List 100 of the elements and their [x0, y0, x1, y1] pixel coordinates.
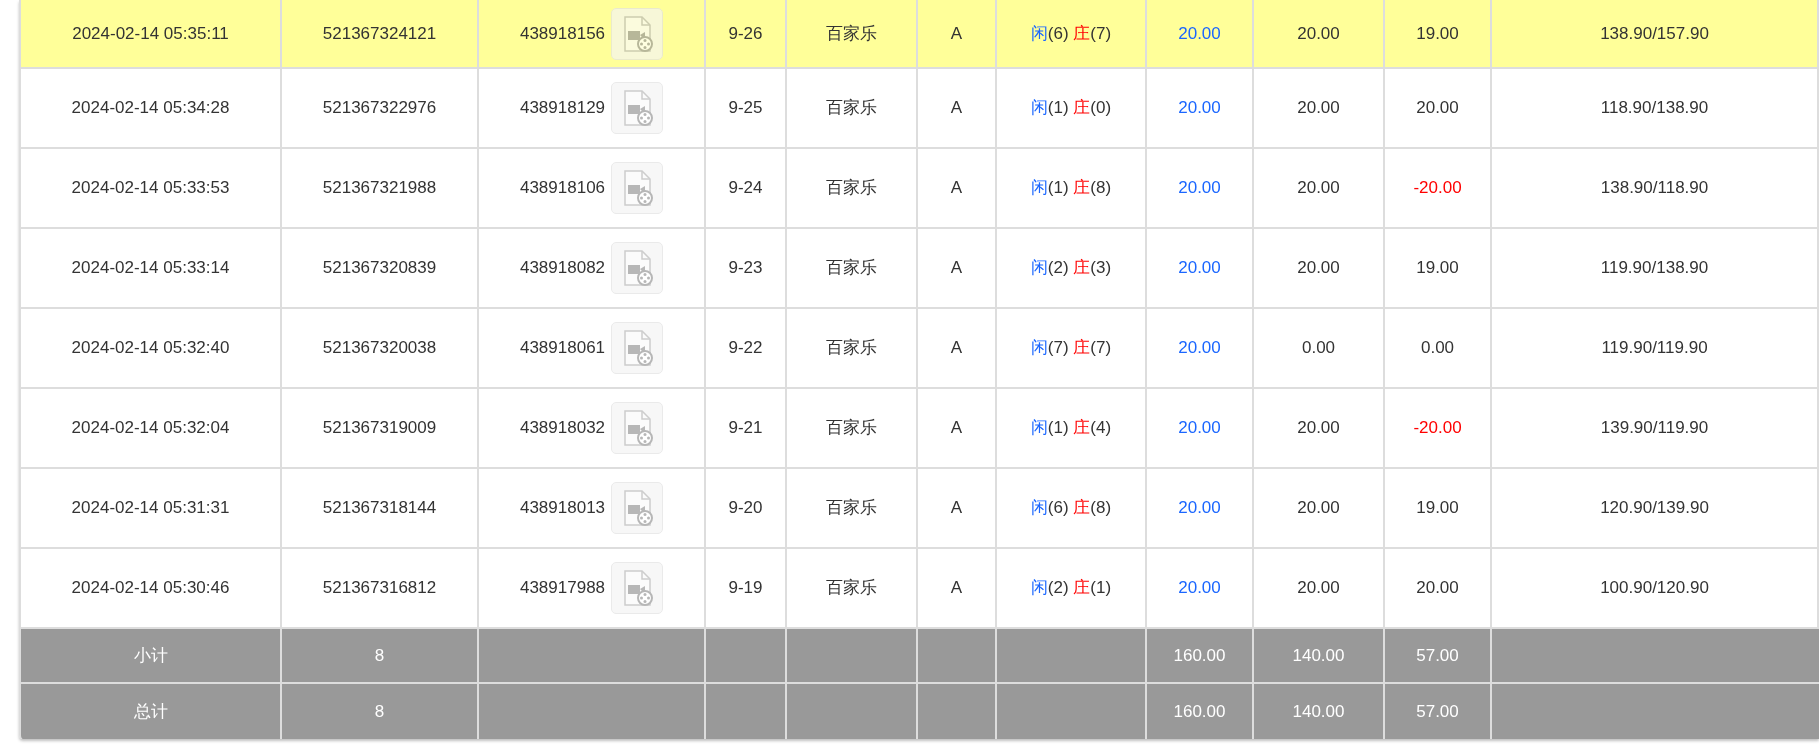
- table-cell: 20.00: [1147, 69, 1254, 147]
- table-cell: 119.90/138.90: [1492, 229, 1819, 307]
- table-cell: 20.00: [1254, 149, 1385, 227]
- table-cell: 521367324121: [282, 0, 479, 67]
- table-cell: 160.00: [1147, 684, 1254, 739]
- table-cell: 19.00: [1385, 0, 1492, 67]
- table-cell: A: [918, 469, 997, 547]
- table-cell: A: [918, 309, 997, 387]
- table-cell: 521367318144: [282, 469, 479, 547]
- table-cell: 百家乐: [787, 549, 918, 627]
- table-cell: 9-21: [706, 389, 787, 467]
- table-cell: 139.90/119.90: [1492, 389, 1819, 467]
- table-cell: 小计: [21, 629, 282, 682]
- table-cell: 20.00: [1147, 469, 1254, 547]
- table-cell: 138.90/118.90: [1492, 149, 1819, 227]
- table-cell: 2024-02-14 05:33:14: [21, 229, 282, 307]
- table-cell: 160.00: [1147, 629, 1254, 682]
- table-cell: -20.00: [1385, 389, 1492, 467]
- table-cell: 140.00: [1254, 629, 1385, 682]
- table-cell: 2024-02-14 05:32:40: [21, 309, 282, 387]
- table-cell: 闲(1) 庄(0): [997, 69, 1147, 147]
- table-cell: 20.00: [1385, 549, 1492, 627]
- table-cell-text: 438917988: [519, 577, 606, 600]
- table-cell: 百家乐: [787, 149, 918, 227]
- table-cell: 闲(2) 庄(3): [997, 229, 1147, 307]
- table-cell: 20.00: [1147, 229, 1254, 307]
- video-file-icon[interactable]: [611, 82, 664, 134]
- table-cell: 2024-02-14 05:35:11: [21, 0, 282, 67]
- table-cell-text: 438918082: [519, 257, 606, 280]
- table-row[interactable]: 2024-02-14 05:32:04 521367319009 438918032 9-21 百家乐 A 闲(1) 庄(4) 20.00 20.00 -20.00 139.90/119.90: [21, 389, 1819, 469]
- table-row[interactable]: 2024-02-14 05:33:14 521367320839 438918082 9-23 百家乐 A 闲(2) 庄(3) 20.00 20.00 19.00 119.90/138.90: [21, 229, 1819, 309]
- video-file-icon[interactable]: [611, 562, 664, 614]
- table-cell: 57.00: [1385, 629, 1492, 682]
- table-cell-text: 438918106: [519, 177, 606, 200]
- table-cell: 闲(6) 庄(7): [997, 0, 1147, 67]
- table-cell: 20.00: [1254, 389, 1385, 467]
- table-cell: 8: [282, 684, 479, 739]
- table-cell: 2024-02-14 05:33:53: [21, 149, 282, 227]
- table-cell: 19.00: [1385, 229, 1492, 307]
- table-cell: A: [918, 69, 997, 147]
- table-cell: 2024-02-14 05:30:46: [21, 549, 282, 627]
- table-cell-text: 438918013: [519, 497, 606, 520]
- video-file-icon[interactable]: [611, 242, 664, 294]
- video-file-icon[interactable]: [611, 402, 664, 454]
- table-cell: 闲(7) 庄(7): [997, 309, 1147, 387]
- table-cell: 9-22: [706, 309, 787, 387]
- video-file-icon[interactable]: [611, 162, 664, 214]
- table-cell: 百家乐: [787, 309, 918, 387]
- table-cell-text: 438918129: [519, 97, 606, 120]
- table-cell: 521367321988: [282, 149, 479, 227]
- table-cell: 20.00: [1254, 69, 1385, 147]
- table-row[interactable]: 2024-02-14 05:35:11 521367324121 438918156 9-26 百家乐 A 闲(6) 庄(7) 20.00 20.00 19.00 138.90/157.90: [21, 0, 1819, 69]
- table-row[interactable]: 2024-02-14 05:34:28 521367322976 438918129 9-25 百家乐 A 闲(1) 庄(0) 20.00 20.00 20.00 118.90/138.90: [21, 69, 1819, 149]
- table-cell: 8: [282, 629, 479, 682]
- table-cell: 闲(2) 庄(1): [997, 549, 1147, 627]
- table-cell: 闲(6) 庄(8): [997, 469, 1147, 547]
- table-row[interactable]: 2024-02-14 05:31:31 521367318144 438918013 9-20 百家乐 A 闲(6) 庄(8) 20.00 20.00 19.00 120.90/139.90: [21, 469, 1819, 549]
- table-cell: 521367322976: [282, 69, 479, 147]
- table-cell: 百家乐: [787, 469, 918, 547]
- table-cell-text: 438918032: [519, 417, 606, 440]
- table-cell: 57.00: [1385, 684, 1492, 739]
- table-cell: 118.90/138.90: [1492, 69, 1819, 147]
- table-cell: 20.00: [1385, 69, 1492, 147]
- table-cell: 138.90/157.90: [1492, 0, 1819, 67]
- table-cell: 9-24: [706, 149, 787, 227]
- table-cell: 521367320839: [282, 229, 479, 307]
- table-cell: 9-26: [706, 0, 787, 67]
- table-cell: 20.00: [1254, 229, 1385, 307]
- table-cell-text: 438918061: [519, 337, 606, 360]
- table-cell: 2024-02-14 05:32:04: [21, 389, 282, 467]
- table-cell: 总计: [21, 684, 282, 739]
- table-cell: 20.00: [1147, 549, 1254, 627]
- table-cell: 100.90/120.90: [1492, 549, 1819, 627]
- table-cell: 闲(1) 庄(4): [997, 389, 1147, 467]
- table-cell: 120.90/139.90: [1492, 469, 1819, 547]
- video-file-icon[interactable]: [611, 7, 664, 60]
- table-cell: A: [918, 229, 997, 307]
- table-row[interactable]: 2024-02-14 05:32:40 521367320038 438918061 9-22 百家乐 A 闲(7) 庄(7) 20.00 0.00 0.00 119.90/119.90: [21, 309, 1819, 389]
- table-cell: 140.00: [1254, 684, 1385, 739]
- table-cell: 百家乐: [787, 0, 918, 67]
- table-cell: 百家乐: [787, 389, 918, 467]
- table-cell: 百家乐: [787, 69, 918, 147]
- table-cell: 20.00: [1147, 0, 1254, 67]
- table-cell: 0.00: [1385, 309, 1492, 387]
- video-file-icon[interactable]: [611, 482, 664, 534]
- table-cell: 闲(1) 庄(8): [997, 149, 1147, 227]
- video-file-icon[interactable]: [611, 322, 664, 374]
- table-cell: 9-23: [706, 229, 787, 307]
- table-row[interactable]: 2024-02-14 05:30:46 521367316812 438917988 9-19 百家乐 A 闲(2) 庄(1) 20.00 20.00 20.00 100.90/120.90: [21, 549, 1819, 629]
- table-cell: 20.00: [1254, 549, 1385, 627]
- table-cell: 20.00: [1254, 469, 1385, 547]
- table-cell: 9-19: [706, 549, 787, 627]
- table-cell: A: [918, 549, 997, 627]
- table-cell: 521367319009: [282, 389, 479, 467]
- table-cell: 521367316812: [282, 549, 479, 627]
- table-row[interactable]: 2024-02-14 05:33:53 521367321988 438918106 9-24 百家乐 A 闲(1) 庄(8) 20.00 20.00 -20.00 138.90/118.90: [21, 149, 1819, 229]
- table-cell: 2024-02-14 05:31:31: [21, 469, 282, 547]
- table-cell: 9-25: [706, 69, 787, 147]
- table-cell: 119.90/119.90: [1492, 309, 1819, 387]
- table-cell: 20.00: [1147, 389, 1254, 467]
